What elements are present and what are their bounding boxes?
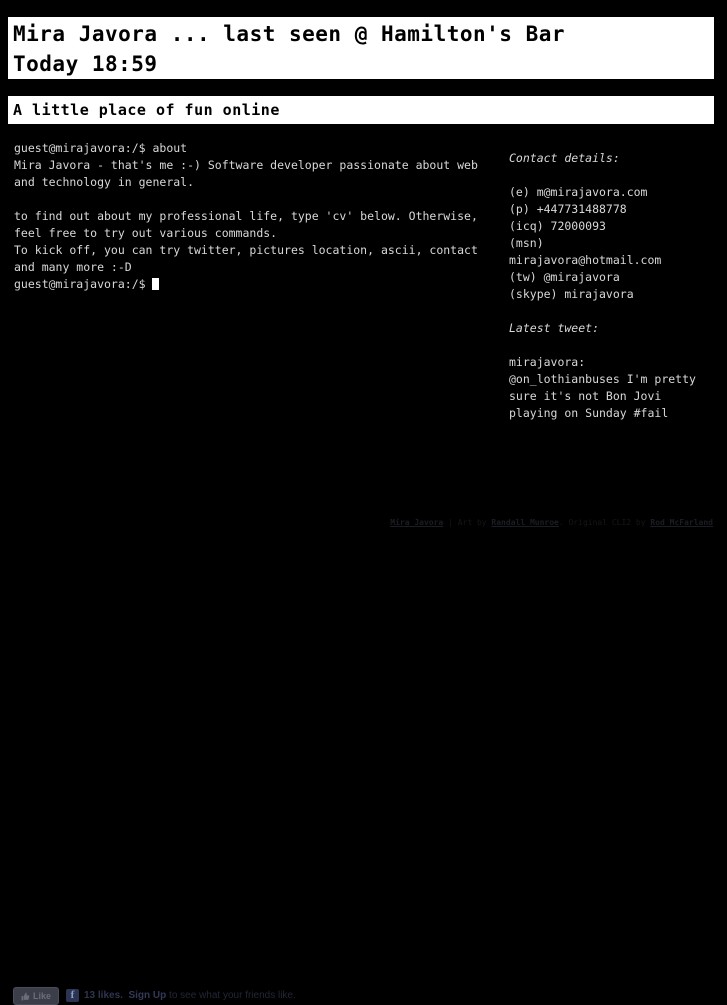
like-button-label: Like — [32, 990, 51, 1001]
credit-author-link[interactable]: Rod McFarland — [650, 518, 713, 527]
thumbs-up-icon — [21, 992, 30, 1001]
tweet-line: @on_lothianbuses I'm pretty — [509, 372, 696, 386]
tweet-line: playing on Sunday #fail — [509, 406, 669, 420]
footer-credits: Mira Javora | Art by Randall Munroe. Ori… — [0, 517, 727, 529]
sidebar: Contact details: (e) m@mirajavora.com (p… — [509, 150, 724, 422]
terminal-line: and technology in general. — [14, 175, 195, 189]
contact-details-heading: Contact details: — [509, 151, 620, 165]
credit-site-link[interactable]: Mira Javora — [390, 518, 443, 527]
page-title-line-2: Today 18:59 — [13, 52, 158, 76]
terminal-prompt-line[interactable]: guest@mirajavora:/$ — [14, 276, 504, 293]
credit-artist-link[interactable]: Randall Munroe — [491, 518, 558, 527]
terminal-line: to find out about my professional life, … — [14, 209, 478, 223]
facebook-icon: f — [66, 989, 79, 1002]
page-subtitle: A little place of fun online — [13, 101, 280, 119]
contact-twitter: (tw) @mirajavora — [509, 270, 620, 284]
sign-up-link[interactable]: Sign Up — [128, 990, 166, 1001]
terminal-line: To kick off, you can try twitter, pictur… — [14, 243, 478, 257]
terminal-prompt: guest@mirajavora:/$ — [14, 277, 153, 291]
page-title-line-1: Mira Javora ... last seen @ Hamilton's B… — [13, 22, 566, 46]
terminal-line: feel free to try out various commands. — [14, 226, 278, 240]
page-title-bar: Mira Javora ... last seen @ Hamilton's B… — [8, 17, 714, 79]
page-subtitle-bar: A little place of fun online — [8, 96, 714, 124]
facebook-likes-text: 13 likes. Sign Up to see what your frien… — [84, 989, 296, 1002]
likes-tail-text: to see what your friends like. — [166, 990, 296, 1001]
contact-skype: (skype) mirajavora — [509, 287, 634, 301]
terminal-line: Mira Javora - that's me :-) Software dev… — [14, 158, 478, 172]
contact-msn-label: (msn) — [509, 236, 544, 250]
facebook-like-button[interactable]: Like — [13, 987, 59, 1005]
contact-icq: (icq) 72000093 — [509, 219, 606, 233]
contact-msn-value: mirajavora@hotmail.com — [509, 253, 662, 267]
contact-email: (e) m@mirajavora.com — [509, 185, 648, 199]
credit-middle-text: . Original CLI2 by — [558, 518, 651, 527]
contact-phone: (p) +447731488778 — [509, 202, 627, 216]
terminal-output[interactable]: guest@mirajavora:/$ about Mira Javora - … — [14, 140, 504, 293]
social-bar: Like f 13 likes. Sign Up to see what you… — [0, 492, 727, 1005]
tweet-author: mirajavora: — [509, 355, 586, 369]
text-cursor — [152, 278, 160, 290]
terminal-line: guest@mirajavora:/$ about — [14, 141, 188, 155]
terminal-line: and many more :-D — [14, 260, 132, 274]
tweet-line: sure it's not Bon Jovi — [509, 389, 662, 403]
latest-tweet-heading: Latest tweet: — [509, 321, 600, 335]
main-content: guest@mirajavora:/$ about Mira Javora - … — [0, 138, 727, 483]
credit-separator: | Art by — [443, 518, 492, 527]
likes-count: 13 likes. — [84, 990, 123, 1001]
